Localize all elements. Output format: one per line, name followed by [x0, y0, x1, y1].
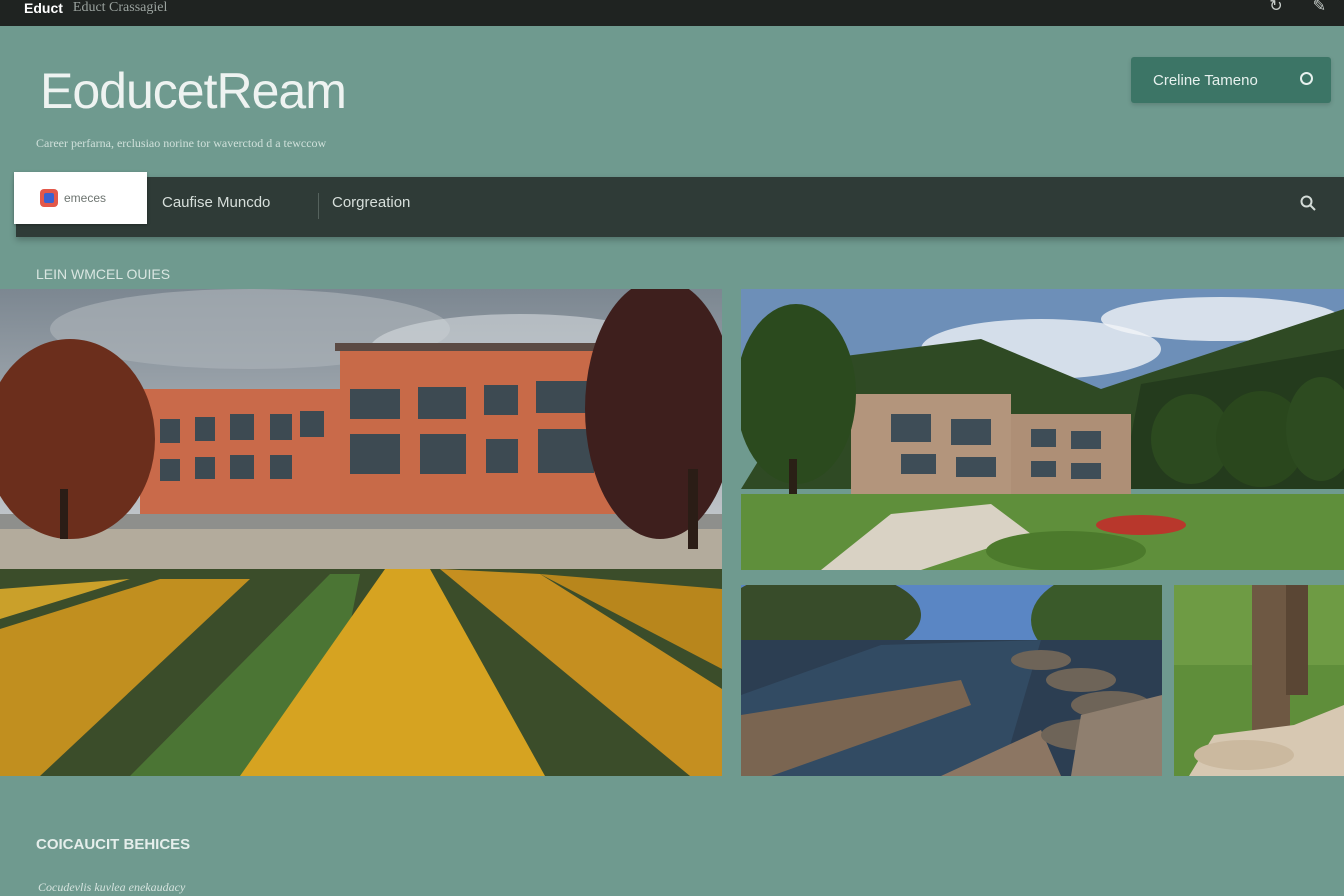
gallery-image-campus-tulips[interactable] [0, 289, 722, 776]
nav-item-courses[interactable]: Caufise Muncdo [162, 194, 270, 211]
edit-icon[interactable]: ✎ [1313, 0, 1326, 15]
search-icon [1300, 72, 1313, 85]
river-pier-photo [741, 585, 1162, 776]
nav-item-active[interactable]: emeces [14, 172, 147, 224]
gallery-label: LEIN WMCEL OUIES [36, 266, 171, 282]
brand-name[interactable]: Educt [24, 0, 63, 16]
nav-item-active-label: emeces [64, 191, 107, 205]
campus-hills-photo [741, 289, 1344, 570]
campus-tulips-photo [0, 289, 722, 776]
gallery-image-campus-hills[interactable] [741, 289, 1344, 570]
cta-button[interactable]: Creline Tameno [1131, 57, 1331, 103]
nav-item-corporation[interactable]: Corgreation [332, 194, 410, 211]
search-icon[interactable] [1300, 195, 1316, 211]
nav-divider [318, 193, 319, 219]
grass-sculpture-photo [1174, 585, 1344, 776]
main-nav: emeces Caufise Muncdo Corgreation [14, 172, 1344, 237]
topbar-icons: ↻ ✎ [1269, 0, 1326, 15]
gallery-image-river-pier[interactable] [741, 585, 1162, 776]
refresh-icon[interactable]: ↻ [1269, 0, 1282, 15]
section-title: COICAUCIT BEHICES [36, 836, 191, 853]
cta-button-label: Creline Tameno [1153, 71, 1258, 89]
brand-subtitle: Educt Crassagiel [72, 0, 168, 15]
gallery-image-grass-sculpture[interactable] [1174, 585, 1344, 776]
page-subtitle: Career perfarna, erclusiao norine tor wa… [36, 136, 327, 150]
top-bar: Educt Educt Crassagiel ↻ ✎ [0, 0, 1344, 26]
logo-icon [40, 189, 58, 207]
page-title: EoducetReam [40, 63, 347, 119]
section-subtitle: Cocudevlis kuvlea enekaudacy [38, 880, 186, 894]
